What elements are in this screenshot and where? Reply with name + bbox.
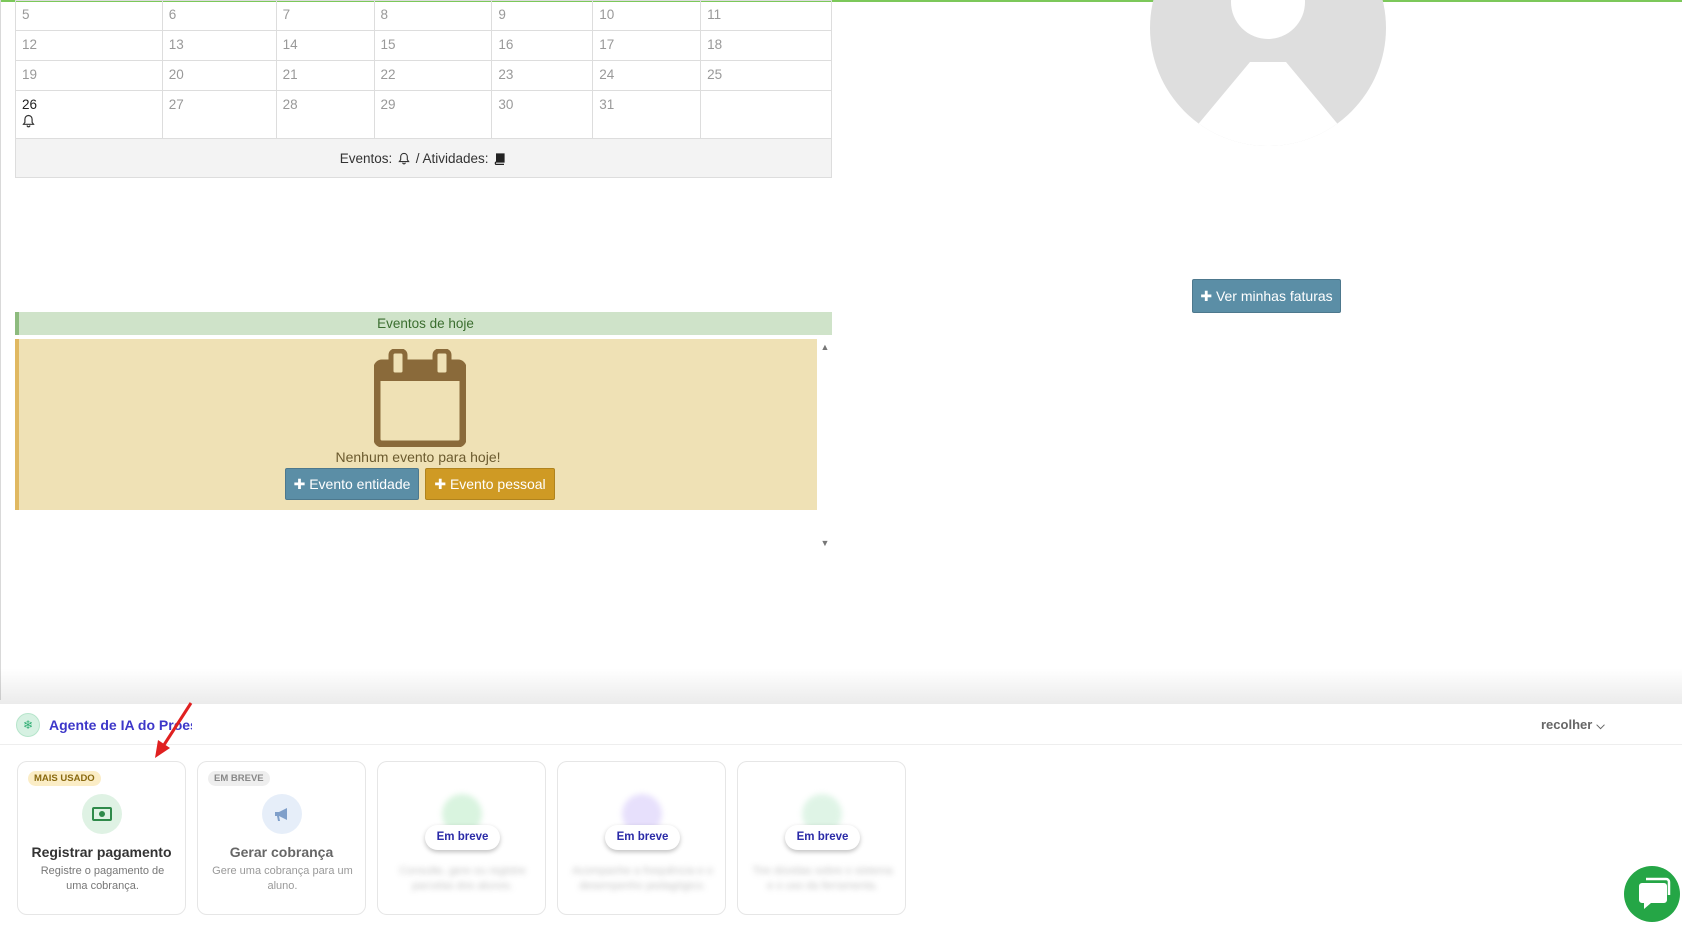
calendar-day[interactable]: 9 [491, 0, 594, 31]
calendar-week-row: 26 27 28 29 30 31 [15, 90, 832, 139]
card-title: Gerar cobrança [229, 844, 334, 860]
calendar-day[interactable]: 8 [373, 0, 493, 31]
calendar-day[interactable]: 19 [15, 60, 163, 91]
calendar-day-today[interactable]: 26 [15, 90, 163, 139]
ai-agent-panel: ❄ Agente de IA do Proesc recolher ⌵ MAIS … [0, 704, 1682, 930]
plus-icon: ✚ [293, 476, 306, 492]
calendar-day[interactable]: 31 [592, 90, 702, 139]
page: 5 6 7 8 9 10 11 12 13 14 15 16 17 18 19 … [0, 0, 1682, 930]
scroll-down-arrow-icon[interactable]: ▼ [820, 538, 830, 548]
coming-soon-pill: Em breve [425, 825, 500, 850]
card-description: Tire dúvidas sobre o sistema e o uso da … [752, 865, 893, 892]
most-used-badge: MAIS USADO [28, 771, 101, 786]
chat-bubble-icon [1639, 877, 1671, 909]
card-title: Registrar pagamento [31, 844, 172, 860]
action-card-coming-soon: Tire dúvidas sobre o sistema e o uso da … [737, 761, 906, 915]
add-personal-event-button[interactable]: ✚ Evento pessoal [425, 468, 555, 500]
bell-icon [22, 114, 35, 128]
calendar-day[interactable]: 5 [15, 0, 163, 31]
scroll-up-arrow-icon[interactable]: ▲ [820, 342, 830, 352]
bell-icon [398, 152, 410, 164]
calendar-day[interactable]: 24 [592, 60, 702, 91]
calendar-icon [374, 349, 466, 447]
calendar-day[interactable]: 25 [700, 60, 832, 91]
calendar-week-row: 5 6 7 8 9 10 11 [15, 0, 832, 31]
action-card-coming-soon: Acompanhe a frequência e o desempenho pe… [557, 761, 726, 915]
calendar-day-number: 26 [22, 97, 38, 112]
calendar-day[interactable]: 16 [491, 30, 594, 61]
button-label: Evento pessoal [449, 476, 546, 492]
book-icon [495, 152, 505, 165]
calendar-table: 5 6 7 8 9 10 11 12 13 14 15 16 17 18 19 … [15, 0, 832, 178]
add-entity-event-button[interactable]: ✚ Evento entidade [285, 468, 419, 500]
calendar-day-empty [700, 90, 832, 139]
calendar-day[interactable]: 27 [161, 90, 277, 139]
coming-soon-pill: Em breve [605, 825, 680, 850]
action-card-coming-soon: Consulte, gere ou registre parcelas dos … [377, 761, 546, 915]
annotation-arrow-icon [155, 702, 193, 758]
collapse-label: recolher [1541, 717, 1593, 732]
today-events-header: Eventos de hoje [15, 312, 832, 335]
calendar-week-row: 19 20 21 22 23 24 25 [15, 60, 832, 91]
left-border [0, 0, 1, 700]
button-label: Ver minhas faturas [1215, 288, 1333, 304]
chat-button[interactable] [1624, 866, 1680, 922]
calendar-legend-row: Eventos: / Atividades: [15, 138, 832, 178]
calendar-day[interactable]: 7 [275, 0, 375, 31]
card-description: Gere uma cobrança para um aluno. [212, 865, 353, 892]
card-description: Registre o pagamento de uma cobrança. [40, 865, 165, 892]
calendar-day[interactable]: 6 [161, 0, 277, 31]
calendar-day[interactable]: 28 [275, 90, 375, 139]
action-card-register-payment[interactable]: MAIS USADO Registrar pagamento Registre … [17, 761, 186, 915]
ai-agent-header: ❄ Agente de IA do Proesc recolher ⌵ [0, 704, 1682, 745]
money-icon [82, 794, 122, 834]
ai-panel-shadow [0, 668, 1682, 704]
calendar-legend: Eventos: / Atividades: [15, 138, 832, 178]
calendar-day[interactable]: 11 [700, 0, 832, 31]
calendar-day[interactable]: 10 [592, 0, 702, 31]
ai-logo-icon: ❄ [16, 713, 40, 737]
calendar-day[interactable]: 12 [15, 30, 163, 61]
calendar-day[interactable]: 15 [373, 30, 493, 61]
calendar-week-row: 12 13 14 15 16 17 18 [15, 30, 832, 61]
no-events-message: Nenhum evento para hoje! [335, 449, 501, 465]
button-label: Evento entidade [309, 476, 411, 492]
calendar-day[interactable]: 17 [592, 30, 702, 61]
collapse-button[interactable]: recolher ⌵ [1541, 717, 1605, 733]
card-description: Consulte, gere ou registre parcelas dos … [399, 865, 526, 892]
calendar-day[interactable]: 30 [491, 90, 594, 139]
calendar-day[interactable]: 14 [275, 30, 375, 61]
calendar-day[interactable]: 23 [491, 60, 594, 91]
coming-soon-badge: EM BREVE [208, 771, 270, 786]
avatar-placeholder [1150, 0, 1386, 146]
today-events-panel: Nenhum evento para hoje! ✚ Evento entida… [15, 339, 817, 510]
action-card-generate-charge[interactable]: EM BREVE Gerar cobrança Gere uma cobranç… [197, 761, 366, 915]
calendar-day[interactable]: 18 [700, 30, 832, 61]
calendar-day[interactable]: 21 [275, 60, 375, 91]
calendar-day[interactable]: 20 [161, 60, 277, 91]
calendar-day[interactable]: 13 [161, 30, 277, 61]
card-description: Acompanhe a frequência e o desempenho pe… [572, 865, 713, 892]
coming-soon-pill: Em breve [785, 825, 860, 850]
calendar-day[interactable]: 22 [373, 60, 493, 91]
plus-icon: ✚ [1200, 288, 1213, 304]
chevron-down-icon: ⌵ [1596, 720, 1605, 732]
plus-icon: ✚ [434, 476, 447, 492]
legend-events-label: Eventos: [339, 150, 393, 166]
calendar-day[interactable]: 29 [373, 90, 493, 139]
view-invoices-button[interactable]: ✚ Ver minhas faturas [1192, 279, 1341, 313]
legend-activities-label: / Atividades: [415, 150, 489, 166]
megaphone-icon [262, 794, 302, 834]
